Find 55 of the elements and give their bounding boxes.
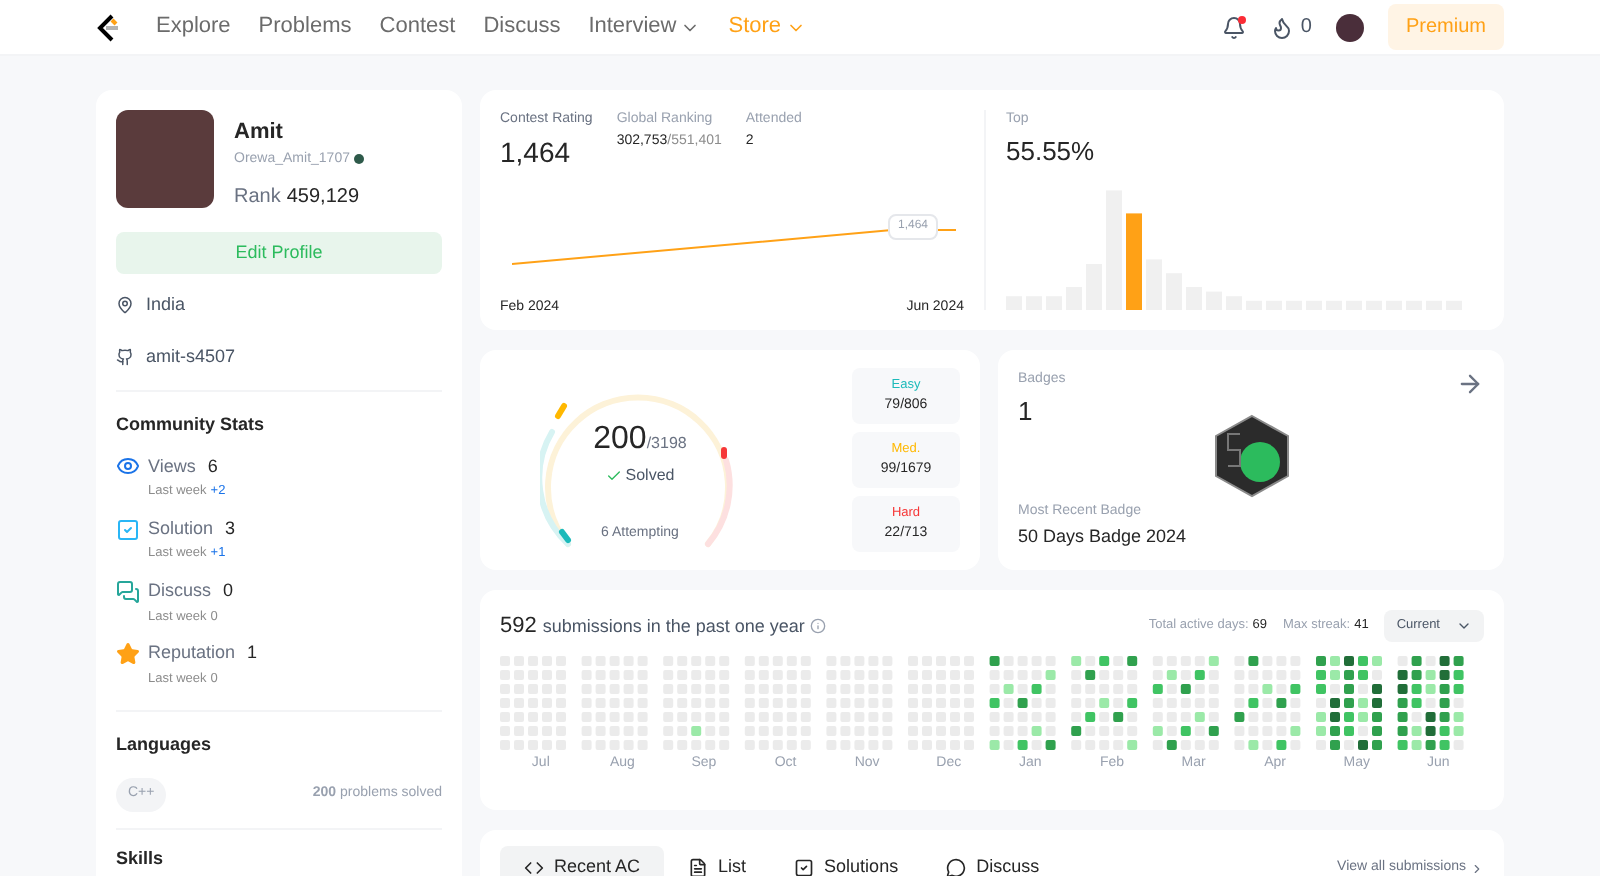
arrow-right-icon[interactable]	[1456, 370, 1484, 398]
chat-bubble-icon	[946, 858, 967, 876]
streak-count: 0	[1300, 14, 1312, 42]
checkbox-icon	[116, 517, 140, 541]
nav-link[interactable]: Interview	[588, 10, 701, 44]
tab[interactable]: Discuss	[922, 846, 1064, 876]
badge-hexagon-icon	[1211, 414, 1291, 498]
check-icon	[605, 468, 622, 484]
section-title: Community Stats	[116, 412, 267, 438]
submission-count: 592	[500, 612, 537, 642]
info-icon	[810, 618, 827, 635]
submissions-text: submissions in the past one year	[542, 613, 805, 640]
github-link[interactable]: amit-s4507	[146, 343, 236, 370]
avatar-photo-placeholder	[116, 110, 214, 208]
recent-badge-name: 50 Days Badge 2024	[1018, 523, 1189, 550]
location-pin-icon	[116, 296, 134, 315]
logo-icon[interactable]	[96, 13, 120, 41]
stat-value: 6	[207, 453, 218, 479]
location-text: India	[146, 292, 186, 318]
solved-count: 200	[593, 420, 647, 460]
stat-value: 3	[225, 515, 236, 542]
stat-value: 0	[223, 578, 234, 604]
flame-icon[interactable]	[1270, 15, 1295, 39]
stat-label: Discuss	[148, 578, 212, 604]
contest-rating: 1,464	[500, 133, 573, 171]
stat-label: Reputation	[148, 640, 236, 667]
nav-link[interactable]: Discuss	[483, 10, 561, 44]
solved-label: Solved	[625, 464, 675, 488]
tab[interactable]: Solutions	[770, 846, 923, 876]
chat-bubbles-icon	[116, 579, 140, 604]
document-icon	[688, 858, 709, 876]
total-problems: /3198	[646, 432, 687, 456]
tab[interactable]: List	[664, 846, 771, 876]
nav-link[interactable]: Problems	[258, 10, 352, 44]
notification-bell-icon[interactable]	[1222, 15, 1247, 39]
code-icon	[524, 858, 544, 876]
stat-label: Solution	[148, 515, 214, 542]
stat-value: 1	[247, 640, 258, 667]
rank-label: Rank	[234, 184, 281, 212]
nav-link[interactable]: Contest	[379, 10, 456, 44]
rank-value: 459,129	[286, 184, 360, 212]
eye-icon	[116, 454, 140, 479]
badge-count: 1	[1018, 393, 1035, 429]
star-icon	[116, 642, 140, 666]
nav-link[interactable]: Explore	[156, 10, 231, 44]
user-name: Amit	[234, 118, 285, 148]
section-title: Languages	[116, 731, 214, 758]
checkbox-icon	[794, 858, 815, 876]
top-percentage: 55.55%	[1006, 133, 1097, 169]
github-icon	[116, 347, 134, 366]
tab[interactable]: Recent AC	[500, 846, 665, 876]
section-title: Skills	[116, 845, 166, 871]
stat-label: Views	[148, 453, 196, 479]
histogram-bar	[1126, 213, 1142, 310]
chevron-right-icon	[1470, 861, 1484, 876]
